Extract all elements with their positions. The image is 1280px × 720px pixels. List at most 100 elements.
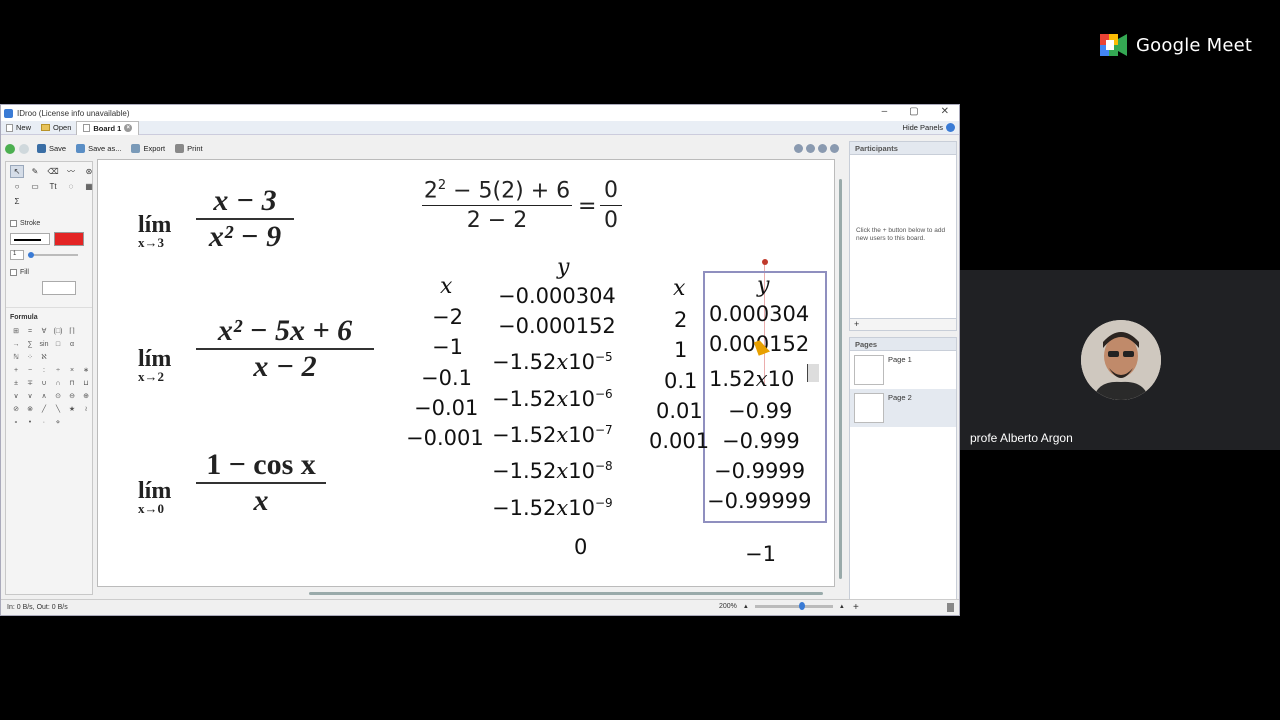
formula-symbol-button[interactable] — [52, 351, 64, 363]
formula-symbol-button[interactable]: ⊘ — [10, 403, 22, 415]
fill-checkbox[interactable] — [10, 269, 17, 276]
line-style-select[interactable] — [10, 233, 50, 245]
minimize-button[interactable]: – — [882, 106, 888, 117]
formula-symbol-button[interactable]: ⋄ — [52, 416, 64, 428]
eraser-tool-icon[interactable]: ⌫ — [46, 165, 60, 178]
zoom-out-icon[interactable]: ▲ — [743, 604, 749, 610]
formula-symbol-button[interactable] — [80, 338, 92, 350]
page-item-2[interactable]: Page 2 — [850, 389, 956, 427]
help-icon[interactable] — [830, 144, 839, 153]
open-button[interactable]: Open — [36, 123, 76, 132]
stroke-toggle[interactable]: Stroke — [6, 217, 92, 230]
formula-symbol-button[interactable]: ÷ — [52, 364, 64, 376]
formula-symbol-button[interactable]: ℵ — [38, 351, 50, 363]
formula-symbol-button[interactable]: ± — [10, 377, 22, 389]
settings-icon[interactable] — [806, 144, 815, 153]
zoom-in-icon[interactable]: ▲ — [839, 604, 845, 610]
tab-board-1[interactable]: Board 1 × — [76, 120, 140, 135]
formula-symbol-button[interactable]: ⊔ — [80, 377, 92, 389]
formula-symbol-button[interactable]: + — [10, 364, 22, 376]
formula-symbol-button[interactable]: ℕ — [10, 351, 22, 363]
formula-symbol-button[interactable]: = — [24, 325, 36, 337]
rotate-handle[interactable] — [762, 259, 768, 265]
lasso-tool-icon[interactable]: ⊛ — [82, 165, 96, 178]
new-button[interactable]: New — [1, 123, 36, 132]
formula-symbol-button[interactable]: ⊕ — [80, 390, 92, 402]
formula-symbol-button[interactable]: ∪ — [38, 377, 50, 389]
add-page-button[interactable]: + — [853, 602, 859, 613]
formula-symbol-button[interactable]: ∨ — [24, 390, 36, 402]
delete-page-icon[interactable] — [947, 603, 954, 612]
formula-symbol-button[interactable]: ⊙ — [52, 390, 64, 402]
stroke-width-input[interactable]: 1 — [10, 250, 24, 260]
close-tab-icon[interactable]: × — [124, 124, 133, 132]
formula-symbol-button[interactable]: α — [66, 338, 78, 350]
text-tool-icon[interactable]: Tt — [46, 180, 60, 193]
formula-symbol-button[interactable]: □ — [52, 338, 64, 350]
formula-symbol-button[interactable]: ∩ — [52, 377, 64, 389]
hide-panels-button[interactable]: Hide Panels — [903, 123, 955, 132]
formula-symbol-button[interactable]: ∗ — [80, 364, 92, 376]
formula-symbol-button[interactable]: ∘ — [10, 416, 22, 428]
formula-symbol-button[interactable]: → — [10, 338, 22, 350]
stroke-checkbox[interactable] — [10, 220, 17, 227]
slider-knob[interactable] — [28, 252, 34, 258]
horizontal-scroll-thumb[interactable] — [309, 592, 823, 595]
formula-symbol-button[interactable]: sin — [38, 338, 50, 350]
export-button[interactable]: Export — [131, 144, 165, 153]
whiteboard-canvas[interactable]: lím x→3 x − 3 x² − 9 lím x→2 x² − 5x + 6… — [97, 159, 835, 587]
formula-symbol-button[interactable]: ⁘ — [24, 351, 36, 363]
formula-symbol-button[interactable]: ∧ — [38, 390, 50, 402]
participant-video-tile[interactable]: profe Alberto Argon — [960, 270, 1280, 450]
callout-tool-icon[interactable]: ◌ — [64, 180, 78, 193]
curve-tool-icon[interactable]: 〰 — [64, 165, 78, 178]
info-icon[interactable] — [818, 144, 827, 153]
maximize-button[interactable]: ▢ — [909, 106, 918, 117]
formula-symbol-button[interactable]: − — [24, 364, 36, 376]
formula-symbol-button[interactable]: ★ — [66, 403, 78, 415]
zoom-slider-knob[interactable] — [798, 602, 805, 610]
formula-symbol-button[interactable]: ∀ — [38, 325, 50, 337]
ellipse-tool-icon[interactable]: ○ — [10, 180, 24, 193]
rectangle-tool-icon[interactable]: ▭ — [28, 180, 42, 193]
formula-symbol-button[interactable] — [80, 351, 92, 363]
formula-symbol-button[interactable]: ⊞ — [10, 325, 22, 337]
formula-symbol-button[interactable]: (□) — [52, 325, 64, 337]
formula-symbol-button[interactable]: ⌈⌉ — [66, 325, 78, 337]
formula-symbol-button[interactable]: ╱ — [38, 403, 50, 415]
add-participant-button[interactable]: + — [849, 319, 957, 331]
select-tool-icon[interactable]: ↖ — [10, 165, 24, 178]
page-item-1[interactable]: Page 1 — [850, 351, 956, 389]
formula-symbol-button[interactable] — [80, 325, 92, 337]
formula-symbol-button[interactable]: ∑ — [24, 338, 36, 350]
print-button[interactable]: Print — [175, 144, 203, 153]
formula-symbol-button[interactable]: : — [38, 364, 50, 376]
close-window-button[interactable]: ✕ — [941, 106, 949, 117]
vertical-scroll-thumb[interactable] — [839, 179, 842, 579]
formula-symbol-button[interactable]: ⊓ — [66, 377, 78, 389]
formula-symbol-button[interactable]: ╲ — [52, 403, 64, 415]
formula-symbol-button[interactable]: • — [24, 416, 36, 428]
horizontal-scrollbar[interactable] — [97, 589, 835, 597]
formula-symbol-button[interactable] — [66, 351, 78, 363]
back-icon[interactable] — [5, 143, 15, 154]
save-as-button[interactable]: Save as... — [76, 144, 121, 153]
formula-symbol-button[interactable]: ≀ — [80, 403, 92, 415]
formula-symbol-button[interactable]: ∨ — [10, 390, 22, 402]
stroke-width-slider[interactable] — [28, 252, 78, 258]
formula-symbol-button[interactable]: × — [66, 364, 78, 376]
formula-symbol-button[interactable]: ∓ — [24, 377, 36, 389]
image-tool-icon[interactable]: ▦ — [82, 180, 96, 193]
fill-color-picker[interactable] — [42, 281, 76, 295]
save-button[interactable]: Save — [37, 144, 66, 153]
formula-symbol-button[interactable]: ⊗ — [24, 403, 36, 415]
fill-toggle[interactable]: Fill — [6, 266, 92, 279]
formula-symbol-button[interactable]: ⊖ — [66, 390, 78, 402]
forward-icon[interactable] — [19, 143, 29, 154]
zoom-slider[interactable] — [754, 602, 833, 610]
formula-tool-icon[interactable]: Σ — [10, 195, 24, 208]
stroke-color-picker[interactable] — [54, 232, 84, 246]
fullscreen-icon[interactable] — [794, 144, 803, 153]
pencil-tool-icon[interactable]: ✎ — [28, 165, 42, 178]
formula-symbol-button[interactable]: ∙ — [38, 416, 50, 428]
